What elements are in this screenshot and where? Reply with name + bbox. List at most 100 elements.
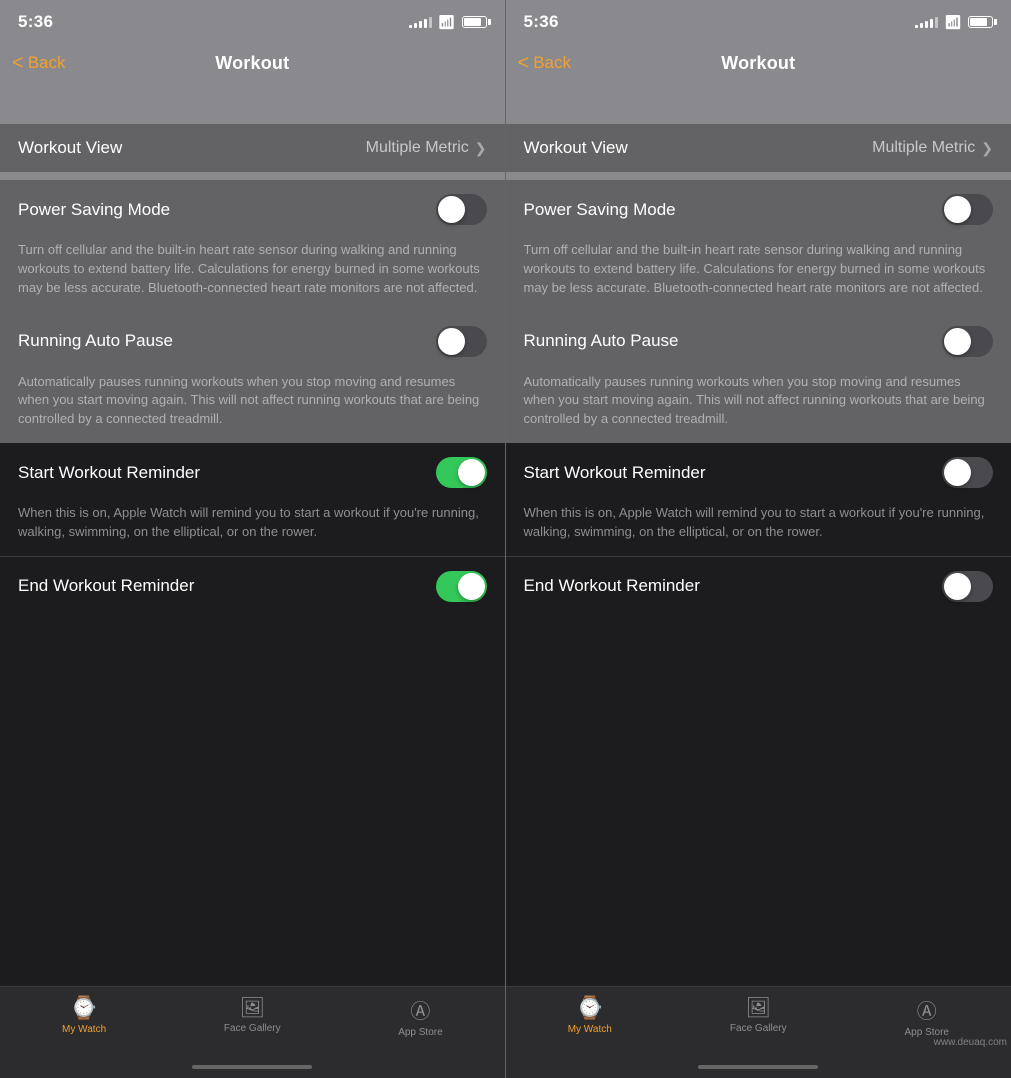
right-panel: 5:36 📶︎ < Back Workout Workout View bbox=[506, 0, 1011, 1078]
running-pause-label-right: Running Auto Pause bbox=[524, 331, 679, 351]
start-reminder-toggle-left[interactable] bbox=[436, 457, 487, 488]
end-reminder-knob-left bbox=[458, 573, 485, 600]
tab-my-watch-right[interactable]: ⌚ My Watch bbox=[506, 995, 675, 1035]
status-time-left: 5:36 bbox=[18, 12, 53, 32]
end-reminder-label-right: End Workout Reminder bbox=[524, 576, 700, 596]
wifi-icon-right: 📶︎ bbox=[944, 14, 962, 31]
workout-view-label-right: Workout View bbox=[524, 138, 628, 158]
app-store-icon-right: Ⓐ bbox=[917, 995, 937, 1024]
workout-view-row-right[interactable]: Workout View Multiple Metric ❯ bbox=[506, 124, 1011, 172]
end-reminder-row-right: End Workout Reminder bbox=[506, 557, 1011, 616]
home-bar-right bbox=[698, 1065, 818, 1069]
workout-view-section-left: Workout View Multiple Metric ❯ bbox=[0, 124, 505, 172]
signal-icon-left bbox=[409, 16, 432, 28]
spacer-top-right bbox=[506, 88, 1011, 124]
start-reminder-row-right: Start Workout Reminder bbox=[506, 443, 1011, 502]
end-reminder-section-right: End Workout Reminder bbox=[506, 556, 1011, 616]
tab-my-watch-label-left: My Watch bbox=[62, 1024, 106, 1035]
face-gallery-icon-right: 🖼︎ bbox=[746, 995, 771, 1020]
workout-view-chevron-right: ❯ bbox=[981, 140, 993, 157]
home-bar-left bbox=[192, 1065, 312, 1069]
app-store-icon-left: Ⓐ bbox=[410, 995, 430, 1024]
home-indicator-right bbox=[506, 1056, 1011, 1078]
workout-view-label-left: Workout View bbox=[18, 138, 122, 158]
start-reminder-desc-right: When this is on, Apple Watch will remind… bbox=[506, 502, 1011, 556]
workout-view-section-right: Workout View Multiple Metric ❯ bbox=[506, 124, 1011, 172]
power-saving-knob-left bbox=[438, 196, 465, 223]
running-pause-toggle-left[interactable] bbox=[436, 326, 487, 357]
power-saving-desc-left: Turn off cellular and the built-in heart… bbox=[0, 239, 505, 312]
divider-1-right bbox=[506, 172, 1011, 180]
tab-app-store-left[interactable]: Ⓐ App Store bbox=[336, 995, 504, 1038]
battery-icon-left bbox=[462, 16, 487, 28]
face-gallery-icon-left: 🖼︎ bbox=[240, 995, 265, 1020]
end-reminder-knob-right bbox=[944, 573, 971, 600]
back-button-left[interactable]: < Back bbox=[12, 53, 65, 73]
power-saving-row-left: Power Saving Mode bbox=[0, 180, 505, 239]
running-pause-knob-left bbox=[438, 328, 465, 355]
running-pause-row-right: Running Auto Pause bbox=[506, 312, 1011, 371]
power-saving-label-left: Power Saving Mode bbox=[18, 200, 170, 220]
status-icons-right: 📶︎ bbox=[915, 14, 993, 31]
tab-bar-left: ⌚ My Watch 🖼︎ Face Gallery Ⓐ App Store bbox=[0, 986, 505, 1056]
workout-view-right-right: Multiple Metric ❯ bbox=[872, 139, 993, 157]
running-pause-knob-right bbox=[944, 328, 971, 355]
power-saving-desc-right: Turn off cellular and the built-in heart… bbox=[506, 239, 1011, 312]
tab-face-gallery-right[interactable]: 🖼︎ Face Gallery bbox=[674, 995, 843, 1034]
workout-view-value-right: Multiple Metric bbox=[872, 139, 975, 157]
running-pause-toggle-right[interactable] bbox=[942, 326, 993, 357]
workout-view-row-left[interactable]: Workout View Multiple Metric ❯ bbox=[0, 124, 505, 172]
power-saving-toggle-right[interactable] bbox=[942, 194, 993, 225]
tab-app-store-right[interactable]: Ⓐ App Store bbox=[843, 995, 1011, 1038]
divider-1-left bbox=[0, 172, 505, 180]
power-saving-label-right: Power Saving Mode bbox=[524, 200, 676, 220]
start-reminder-label-right: Start Workout Reminder bbox=[524, 463, 706, 483]
spacer-top-left bbox=[0, 88, 505, 124]
filler-right bbox=[506, 616, 1011, 986]
tab-face-gallery-left[interactable]: 🖼︎ Face Gallery bbox=[168, 995, 336, 1034]
start-reminder-row-left: Start Workout Reminder bbox=[0, 443, 505, 502]
left-panel: 5:36 📶︎ < Back Workout Workout View bbox=[0, 0, 506, 1078]
start-reminder-knob-right bbox=[944, 459, 971, 486]
nav-bar-left: < Back Workout bbox=[0, 40, 505, 88]
status-bar-right: 5:36 📶︎ bbox=[506, 0, 1011, 40]
status-icons-left: 📶︎ bbox=[409, 14, 487, 31]
workout-view-right-left: Multiple Metric ❯ bbox=[366, 139, 487, 157]
watch-icon-left: ⌚ bbox=[70, 995, 97, 1021]
power-saving-toggle-left[interactable] bbox=[436, 194, 487, 225]
running-pause-section-right: Running Auto Pause Automatically pauses … bbox=[506, 312, 1011, 444]
running-pause-row-left: Running Auto Pause bbox=[0, 312, 505, 371]
back-chevron-right: < bbox=[518, 53, 530, 73]
back-label-right: Back bbox=[533, 53, 571, 73]
start-reminder-knob-left bbox=[458, 459, 485, 486]
end-reminder-toggle-right[interactable] bbox=[942, 571, 993, 602]
start-reminder-label-left: Start Workout Reminder bbox=[18, 463, 200, 483]
running-pause-desc-right: Automatically pauses running workouts wh… bbox=[506, 371, 1011, 444]
back-chevron-left: < bbox=[12, 53, 24, 73]
power-saving-row-right: Power Saving Mode bbox=[506, 180, 1011, 239]
battery-icon-right bbox=[968, 16, 993, 28]
filler-left bbox=[0, 616, 505, 986]
end-reminder-label-left: End Workout Reminder bbox=[18, 576, 194, 596]
start-reminder-toggle-right[interactable] bbox=[942, 457, 993, 488]
back-label-left: Back bbox=[28, 53, 66, 73]
back-button-right[interactable]: < Back bbox=[518, 53, 571, 73]
running-pause-label-left: Running Auto Pause bbox=[18, 331, 173, 351]
running-pause-section-left: Running Auto Pause Automatically pauses … bbox=[0, 312, 505, 444]
power-saving-section-right: Power Saving Mode Turn off cellular and … bbox=[506, 180, 1011, 312]
tab-my-watch-left[interactable]: ⌚ My Watch bbox=[0, 995, 168, 1035]
end-reminder-section-left: End Workout Reminder bbox=[0, 556, 505, 616]
home-indicator-left bbox=[0, 1056, 505, 1078]
watch-icon-right: ⌚ bbox=[576, 995, 603, 1021]
watermark: www.deuaq.com bbox=[934, 1037, 1007, 1048]
running-pause-desc-left: Automatically pauses running workouts wh… bbox=[0, 371, 505, 444]
signal-icon-right bbox=[915, 16, 938, 28]
start-reminder-desc-left: When this is on, Apple Watch will remind… bbox=[0, 502, 505, 556]
start-reminder-section-left: Start Workout Reminder When this is on, … bbox=[0, 443, 505, 556]
power-saving-knob-right bbox=[944, 196, 971, 223]
start-reminder-section-right: Start Workout Reminder When this is on, … bbox=[506, 443, 1011, 556]
end-reminder-toggle-left[interactable] bbox=[436, 571, 487, 602]
nav-bar-right: < Back Workout bbox=[506, 40, 1011, 88]
end-reminder-row-left: End Workout Reminder bbox=[0, 557, 505, 616]
tab-face-gallery-label-left: Face Gallery bbox=[224, 1023, 281, 1034]
